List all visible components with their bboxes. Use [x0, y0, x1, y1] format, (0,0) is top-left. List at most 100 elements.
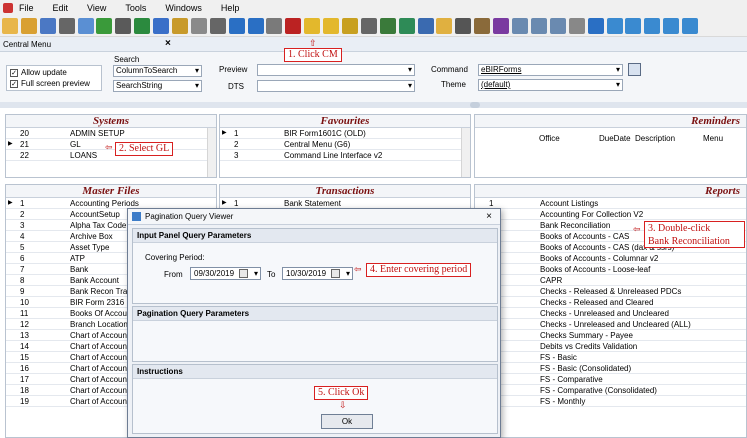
preview-select[interactable]: [257, 64, 415, 76]
reports-row[interactable]: Checks - Unreleased and Uncleared: [475, 308, 746, 319]
reports-row[interactable]: Checks - Unreleased and Uncleared (ALL): [475, 319, 746, 330]
flag-icon[interactable]: [379, 17, 396, 34]
chevron-down-icon[interactable]: ▾: [254, 268, 258, 279]
favourites-row[interactable]: 3 Command Line Interface v2: [220, 150, 470, 161]
table-icon[interactable]: [568, 17, 585, 34]
info2-icon[interactable]: [587, 17, 604, 34]
monitor-icon[interactable]: [417, 17, 434, 34]
scrollbar[interactable]: [461, 128, 470, 177]
command-go-button[interactable]: [628, 63, 641, 76]
excel-icon[interactable]: [398, 17, 415, 34]
db-icon[interactable]: [455, 17, 472, 34]
save-icon[interactable]: [39, 17, 56, 34]
star-icon[interactable]: [304, 17, 321, 34]
zoom-fit-icon[interactable]: [549, 17, 566, 34]
sort-icon[interactable]: [682, 17, 699, 34]
reports-row-label: CAPR: [540, 276, 563, 285]
print-icon[interactable]: [58, 17, 75, 34]
reports-row[interactable]: Accounting For Collection V2: [475, 209, 746, 220]
systems-row[interactable]: 20 ADMIN SETUP: [6, 128, 216, 139]
reports-row[interactable]: Checks - Released & Unreleased PDCs: [475, 286, 746, 297]
collapse-handle[interactable]: [470, 102, 480, 108]
refresh-icon[interactable]: [134, 17, 151, 34]
dialog-titlebar[interactable]: Pagination Query Viewer ×: [128, 209, 500, 225]
reports-row[interactable]: FS - Monthly: [475, 396, 746, 407]
master-files-row-label: Bank Recon Tra: [70, 287, 128, 296]
command-select[interactable]: eBIRForms: [478, 64, 623, 76]
favourites-row-label: Command Line Interface v2: [284, 151, 383, 160]
favourites-row[interactable]: 2 Central Menu (G6): [220, 139, 470, 150]
help-icon[interactable]: [228, 17, 245, 34]
cm-icon[interactable]: [285, 17, 302, 34]
reports-row[interactable]: Checks Summary - Payee: [475, 330, 746, 341]
systems-row-label: GL: [70, 140, 81, 149]
calendar-icon[interactable]: [331, 269, 340, 278]
menu-edit[interactable]: Edit: [53, 3, 69, 13]
info-icon[interactable]: [247, 17, 264, 34]
reports-row[interactable]: Checks - Released and Cleared: [475, 297, 746, 308]
search-column-select[interactable]: ColumnToSearch: [113, 65, 202, 77]
wand-icon[interactable]: [493, 17, 510, 34]
master-files-row-number: 8: [20, 276, 25, 285]
preview-icon[interactable]: [77, 17, 94, 34]
menu-file[interactable]: File: [19, 3, 34, 13]
new-icon[interactable]: [2, 17, 18, 34]
find-icon[interactable]: [172, 17, 189, 34]
reminders-col-menu[interactable]: Menu: [703, 134, 723, 143]
filter-x-icon[interactable]: [625, 17, 642, 34]
grid-icon[interactable]: [209, 17, 226, 34]
chevron-down-icon[interactable]: ▾: [346, 268, 350, 279]
reports-row[interactable]: Books of Accounts - Columnar v2: [475, 253, 746, 264]
master-files-row-number: 17: [20, 375, 29, 384]
menu-help[interactable]: Help: [221, 3, 240, 13]
ok-button[interactable]: Ok: [321, 414, 373, 429]
theme-select[interactable]: (default): [478, 79, 623, 91]
reports-row[interactable]: FS - Comparative: [475, 374, 746, 385]
favourites-row[interactable]: ▶ 1 BIR Form1601C (OLD): [220, 128, 470, 139]
master-files-row-label: Chart of Accoun: [70, 353, 127, 362]
menu-tools[interactable]: Tools: [125, 3, 146, 13]
reports-row[interactable]: FS - Comparative (Consolidated): [475, 385, 746, 396]
from-date-field[interactable]: 09/30/2019 ▾: [190, 267, 261, 280]
close-icon[interactable]: ×: [486, 211, 492, 222]
to-date-field[interactable]: 10/30/2019 ▾: [282, 267, 353, 280]
reports-row[interactable]: FS - Basic: [475, 352, 746, 363]
csv-icon[interactable]: [115, 17, 132, 34]
full-screen-preview-checkbox[interactable]: ✓ Full screen preview: [10, 79, 90, 88]
up-icon[interactable]: [96, 17, 113, 34]
menu-windows[interactable]: Windows: [165, 3, 202, 13]
reports-row[interactable]: Books of Accounts - Loose-leaf: [475, 264, 746, 275]
menu-view[interactable]: View: [87, 3, 106, 13]
zoom-out-icon[interactable]: [512, 17, 529, 34]
reminders-col-office[interactable]: Office: [539, 134, 560, 143]
filter-icon[interactable]: [606, 17, 623, 34]
dts-select[interactable]: [257, 80, 415, 92]
hammer-icon[interactable]: [360, 17, 377, 34]
reminders-col-description[interactable]: Description: [635, 134, 675, 143]
funnel-icon[interactable]: [663, 17, 680, 34]
search-string-select[interactable]: SearchString: [113, 80, 202, 92]
scrollbar[interactable]: [207, 128, 216, 177]
reports-row[interactable]: CAPR: [475, 275, 746, 286]
reports-row[interactable]: Debits vs Credits Validation: [475, 341, 746, 352]
star-plus-icon[interactable]: [323, 17, 340, 34]
zoom-in-icon[interactable]: [530, 17, 547, 34]
allow-update-checkbox[interactable]: ✓ Allow update: [10, 68, 67, 77]
reports-row[interactable]: FS - Basic (Consolidated): [475, 363, 746, 374]
reports-row[interactable]: 1 Account Listings: [475, 198, 746, 209]
master-files-row-label: Books Of Accou: [70, 309, 127, 318]
calc-icon[interactable]: [266, 17, 283, 34]
undo-icon[interactable]: [153, 17, 170, 34]
calendar-icon[interactable]: [239, 269, 248, 278]
gl-icon[interactable]: [342, 17, 359, 34]
collapse-bar[interactable]: [0, 102, 747, 108]
callout-enter-period: 4. Enter covering period: [366, 263, 472, 277]
close-icon[interactable]: ×: [165, 38, 171, 49]
key-icon[interactable]: [474, 17, 491, 34]
folder-icon[interactable]: [436, 17, 453, 34]
doc-icon[interactable]: [190, 17, 207, 34]
reminders-col-duedate[interactable]: DueDate: [599, 134, 631, 143]
open-icon[interactable]: [20, 17, 37, 34]
reminders-panel: Reminders Office DueDate Description Men…: [474, 114, 747, 178]
filter-y-icon[interactable]: [644, 17, 661, 34]
